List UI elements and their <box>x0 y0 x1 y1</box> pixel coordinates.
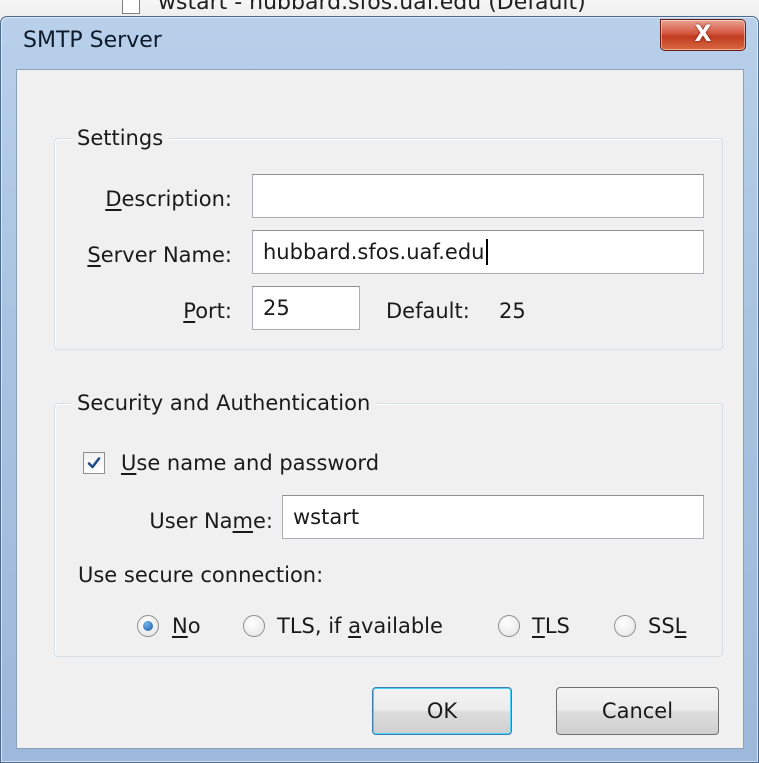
dialog-client-area: Settings Description: Server Name: hubba… <box>16 69 744 749</box>
close-button[interactable]: X <box>660 19 746 51</box>
background-list-item: wstart - hubbard.sfos.uaf.edu (Default) <box>158 0 586 15</box>
radio-ssl-label[interactable]: SSL <box>648 613 686 639</box>
settings-legend: Settings <box>71 124 170 152</box>
background-checkbox <box>122 0 140 14</box>
radio-no-label[interactable]: No <box>172 613 201 639</box>
checkmark-icon <box>87 457 101 469</box>
close-icon: X <box>694 22 712 47</box>
use-name-password-label[interactable]: Use name and password <box>121 450 379 476</box>
radio-dot-icon <box>143 621 153 631</box>
radio-tls-label[interactable]: TLS <box>532 613 570 639</box>
secure-connection-label: Use secure connection: <box>78 563 324 587</box>
smtp-server-dialog: SMTP Server X Settings Description: Serv… <box>0 16 759 763</box>
radio-tls-if-available[interactable] <box>243 615 265 637</box>
description-input[interactable] <box>252 174 704 218</box>
radio-ssl[interactable] <box>614 615 636 637</box>
title-bar[interactable]: SMTP Server X <box>1 17 758 69</box>
default-port-value: 25 <box>499 299 526 323</box>
use-name-password-checkbox[interactable] <box>83 452 105 474</box>
radio-tls[interactable] <box>498 615 520 637</box>
text-caret <box>485 239 488 265</box>
description-label: Description: <box>105 187 232 211</box>
port-input[interactable]: 25 <box>252 286 360 330</box>
server-name-input[interactable]: hubbard.sfos.uaf.edu <box>252 230 704 274</box>
user-name-label: User Name: <box>149 509 273 533</box>
ok-button[interactable]: OK <box>372 687 512 735</box>
cancel-button[interactable]: Cancel <box>556 687 719 735</box>
user-name-input[interactable]: wstart <box>282 495 704 539</box>
radio-no[interactable] <box>137 615 159 637</box>
radio-tls-if-available-label[interactable]: TLS, if available <box>277 613 443 639</box>
port-label: Port: <box>183 299 232 323</box>
default-port-label: Default: <box>386 299 470 323</box>
dialog-title: SMTP Server <box>23 28 162 53</box>
security-legend: Security and Authentication <box>71 389 377 417</box>
server-name-label: Server Name: <box>87 243 232 267</box>
